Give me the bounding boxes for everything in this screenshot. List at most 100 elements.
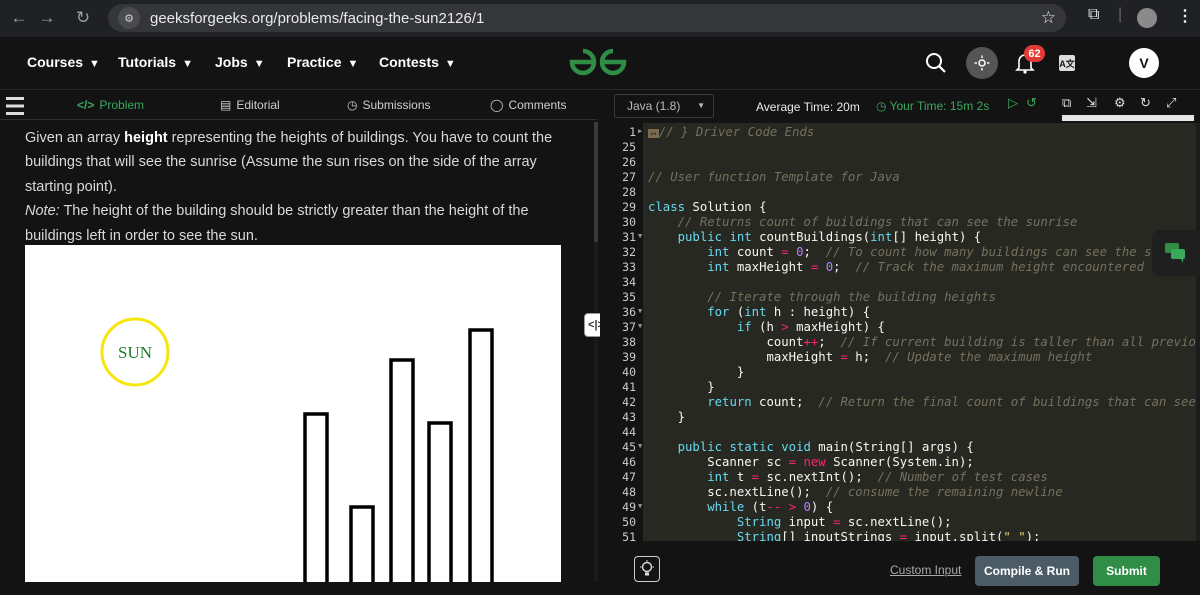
theme-toggle-sun-icon[interactable] [966, 47, 998, 79]
line-number: 40 [622, 365, 636, 379]
line-number: 33 [622, 260, 636, 274]
code-line: public static void main(String[] args) { [677, 440, 974, 454]
url-text: geeksforgeeks.org/problems/facing-the-su… [150, 9, 485, 27]
line-number: 1 [629, 125, 636, 139]
menu-jobs[interactable]: Jobs ▼ [215, 54, 265, 70]
clock-icon: ◷ [347, 98, 358, 112]
problem-scrollbar[interactable] [594, 122, 598, 582]
code-line: String[] inputStrings = input.split(" ")… [736, 530, 1041, 541]
line-number-gutter: 1 25 26 27 28 29 30 31 32 33 34 35 36 37 38 39 40 41 42 43 4… [600, 123, 643, 541]
sun-label: SUN [118, 343, 152, 362]
reload-icon[interactable]: ↻ [70, 5, 96, 31]
building-bar [389, 358, 415, 588]
statement-text: Given an array [25, 130, 125, 146]
fold-toggle-icon[interactable]: ▼ [638, 442, 642, 450]
code-line: // User function Template for Java [648, 170, 900, 184]
hint-bulb-icon[interactable] [634, 556, 660, 582]
line-number: 41 [622, 380, 636, 394]
line-number: 49 [622, 500, 636, 514]
code-line: public int countBuildings(int[] height) … [677, 230, 982, 244]
profile-avatar[interactable] [1137, 8, 1157, 28]
line-number: 45 [622, 440, 636, 454]
address-bar[interactable]: ⚙ geeksforgeeks.org/problems/facing-the-… [108, 4, 1066, 32]
line-number: 36 [622, 305, 636, 319]
note-text: The height of the building should be str… [25, 203, 529, 244]
code-line: int count = 0; // To count how many buil… [707, 245, 1167, 259]
user-avatar[interactable]: V [1129, 48, 1159, 78]
extensions-icon[interactable]: ⧉ [1088, 6, 1099, 24]
line-number: 31 [622, 230, 636, 244]
menu-courses[interactable]: Courses ▼ [27, 54, 100, 70]
fold-toggle-icon[interactable]: ▼ [638, 232, 642, 240]
toolbar-divider: | [1118, 6, 1123, 23]
copy-icon[interactable]: ⧉ [1062, 95, 1071, 111]
menu-tutorials[interactable]: Tutorials ▼ [118, 54, 193, 70]
editor-footer: Custom Input Compile & Run Submit [600, 541, 1200, 595]
translate-icon[interactable]: A文 [1058, 47, 1076, 79]
code-line: } [648, 410, 686, 424]
forward-icon[interactable]: → [34, 5, 60, 31]
fullscreen-icon[interactable]: ⤢ [1166, 95, 1176, 111]
chevron-down-icon: ▼ [89, 58, 100, 70]
code-line: while (t-- > 0) { [707, 500, 834, 514]
line-number: 29 [622, 200, 636, 214]
problem-statement: Given an array height representing the h… [25, 126, 570, 248]
code-line: sc.nextLine(); // consume the remaining … [648, 485, 1063, 499]
bookmark-star-icon[interactable]: ☆ [1041, 8, 1056, 28]
custom-input-link[interactable]: Custom Input [890, 563, 961, 577]
site-info-icon[interactable]: ⚙ [118, 7, 140, 29]
line-number: 37 [622, 320, 636, 334]
menu-contests[interactable]: Contests ▼ [379, 54, 456, 70]
gfg-logo[interactable] [568, 47, 628, 79]
compile-run-button[interactable]: Compile & Run [975, 556, 1079, 586]
chat-icon[interactable] [1152, 230, 1200, 276]
language-select[interactable]: Java (1.8) ▼ [614, 94, 714, 118]
hamburger-menu-icon[interactable] [6, 96, 24, 116]
reset-timer-icon[interactable]: ↺ [1026, 95, 1037, 111]
search-icon[interactable] [924, 47, 948, 79]
line-number: 44 [622, 425, 636, 439]
export-icon[interactable]: ⇲ [1086, 95, 1097, 111]
building-bar [468, 328, 494, 588]
timer-icon: ◷ [876, 99, 890, 113]
browser-menu-icon[interactable]: ⋮ [1177, 6, 1193, 26]
building-bar [303, 412, 329, 588]
problem-tabbar: </> Problem ▤ Editorial ◷ Submissions ◯ Comm… [0, 90, 597, 120]
tab-problem[interactable]: </> Problem [77, 98, 144, 112]
site-navbar: Courses ▼ Tutorials ▼ Jobs ▼ Practice ▼ Cont… [0, 37, 1200, 90]
statement-keyword: height [124, 130, 168, 146]
editor-scrollbar[interactable] [1196, 123, 1200, 541]
line-number: 34 [622, 275, 636, 289]
reset-code-icon[interactable]: ↻ [1140, 95, 1151, 111]
chevron-down-icon: ▼ [444, 58, 456, 70]
chevron-down-icon: ▼ [253, 58, 265, 70]
submit-button[interactable]: Submit [1093, 556, 1160, 586]
line-number: 38 [622, 335, 636, 349]
code-line: int t = sc.nextInt(); // Number of test … [707, 470, 1048, 484]
code-line: count++; // If current building is talle… [648, 335, 1196, 349]
notification-badge: 62 [1024, 45, 1045, 62]
fold-toggle-icon[interactable]: ▼ [638, 322, 642, 330]
chevron-down-icon: ▼ [697, 101, 705, 110]
line-number: 43 [622, 410, 636, 424]
tab-comments[interactable]: ◯ Comments [490, 98, 566, 112]
settings-icon[interactable]: ⚙ [1114, 95, 1126, 111]
menu-practice[interactable]: Practice ▼ [287, 54, 358, 70]
fold-toggle-icon[interactable]: ▼ [638, 502, 642, 510]
fold-toggle-icon[interactable]: ▼ [638, 307, 642, 315]
building-bar [427, 421, 453, 588]
line-number: 51 [622, 530, 636, 541]
tab-submissions[interactable]: ◷ Submissions [347, 98, 431, 112]
code-line: Scanner sc = new Scanner(System.in); [648, 455, 974, 469]
code-editor[interactable]: 1 25 26 27 28 29 30 31 32 33 34 35 36 37 38 39 40 41 42 43 4… [600, 123, 1196, 541]
play-timer-icon[interactable]: ▷ [1008, 95, 1018, 111]
line-number: 32 [622, 245, 636, 259]
problem-panel: Given an array height representing the h… [0, 120, 592, 595]
fold-toggle-icon[interactable]: ▶ [638, 127, 642, 135]
tab-editorial[interactable]: ▤ Editorial [220, 98, 280, 112]
editor-horizontal-scrollbar[interactable] [1062, 115, 1194, 121]
back-icon[interactable]: ← [6, 5, 32, 31]
code-line: } [648, 380, 715, 394]
comment-icon: ◯ [490, 98, 504, 112]
code-icon: </> [77, 98, 95, 112]
